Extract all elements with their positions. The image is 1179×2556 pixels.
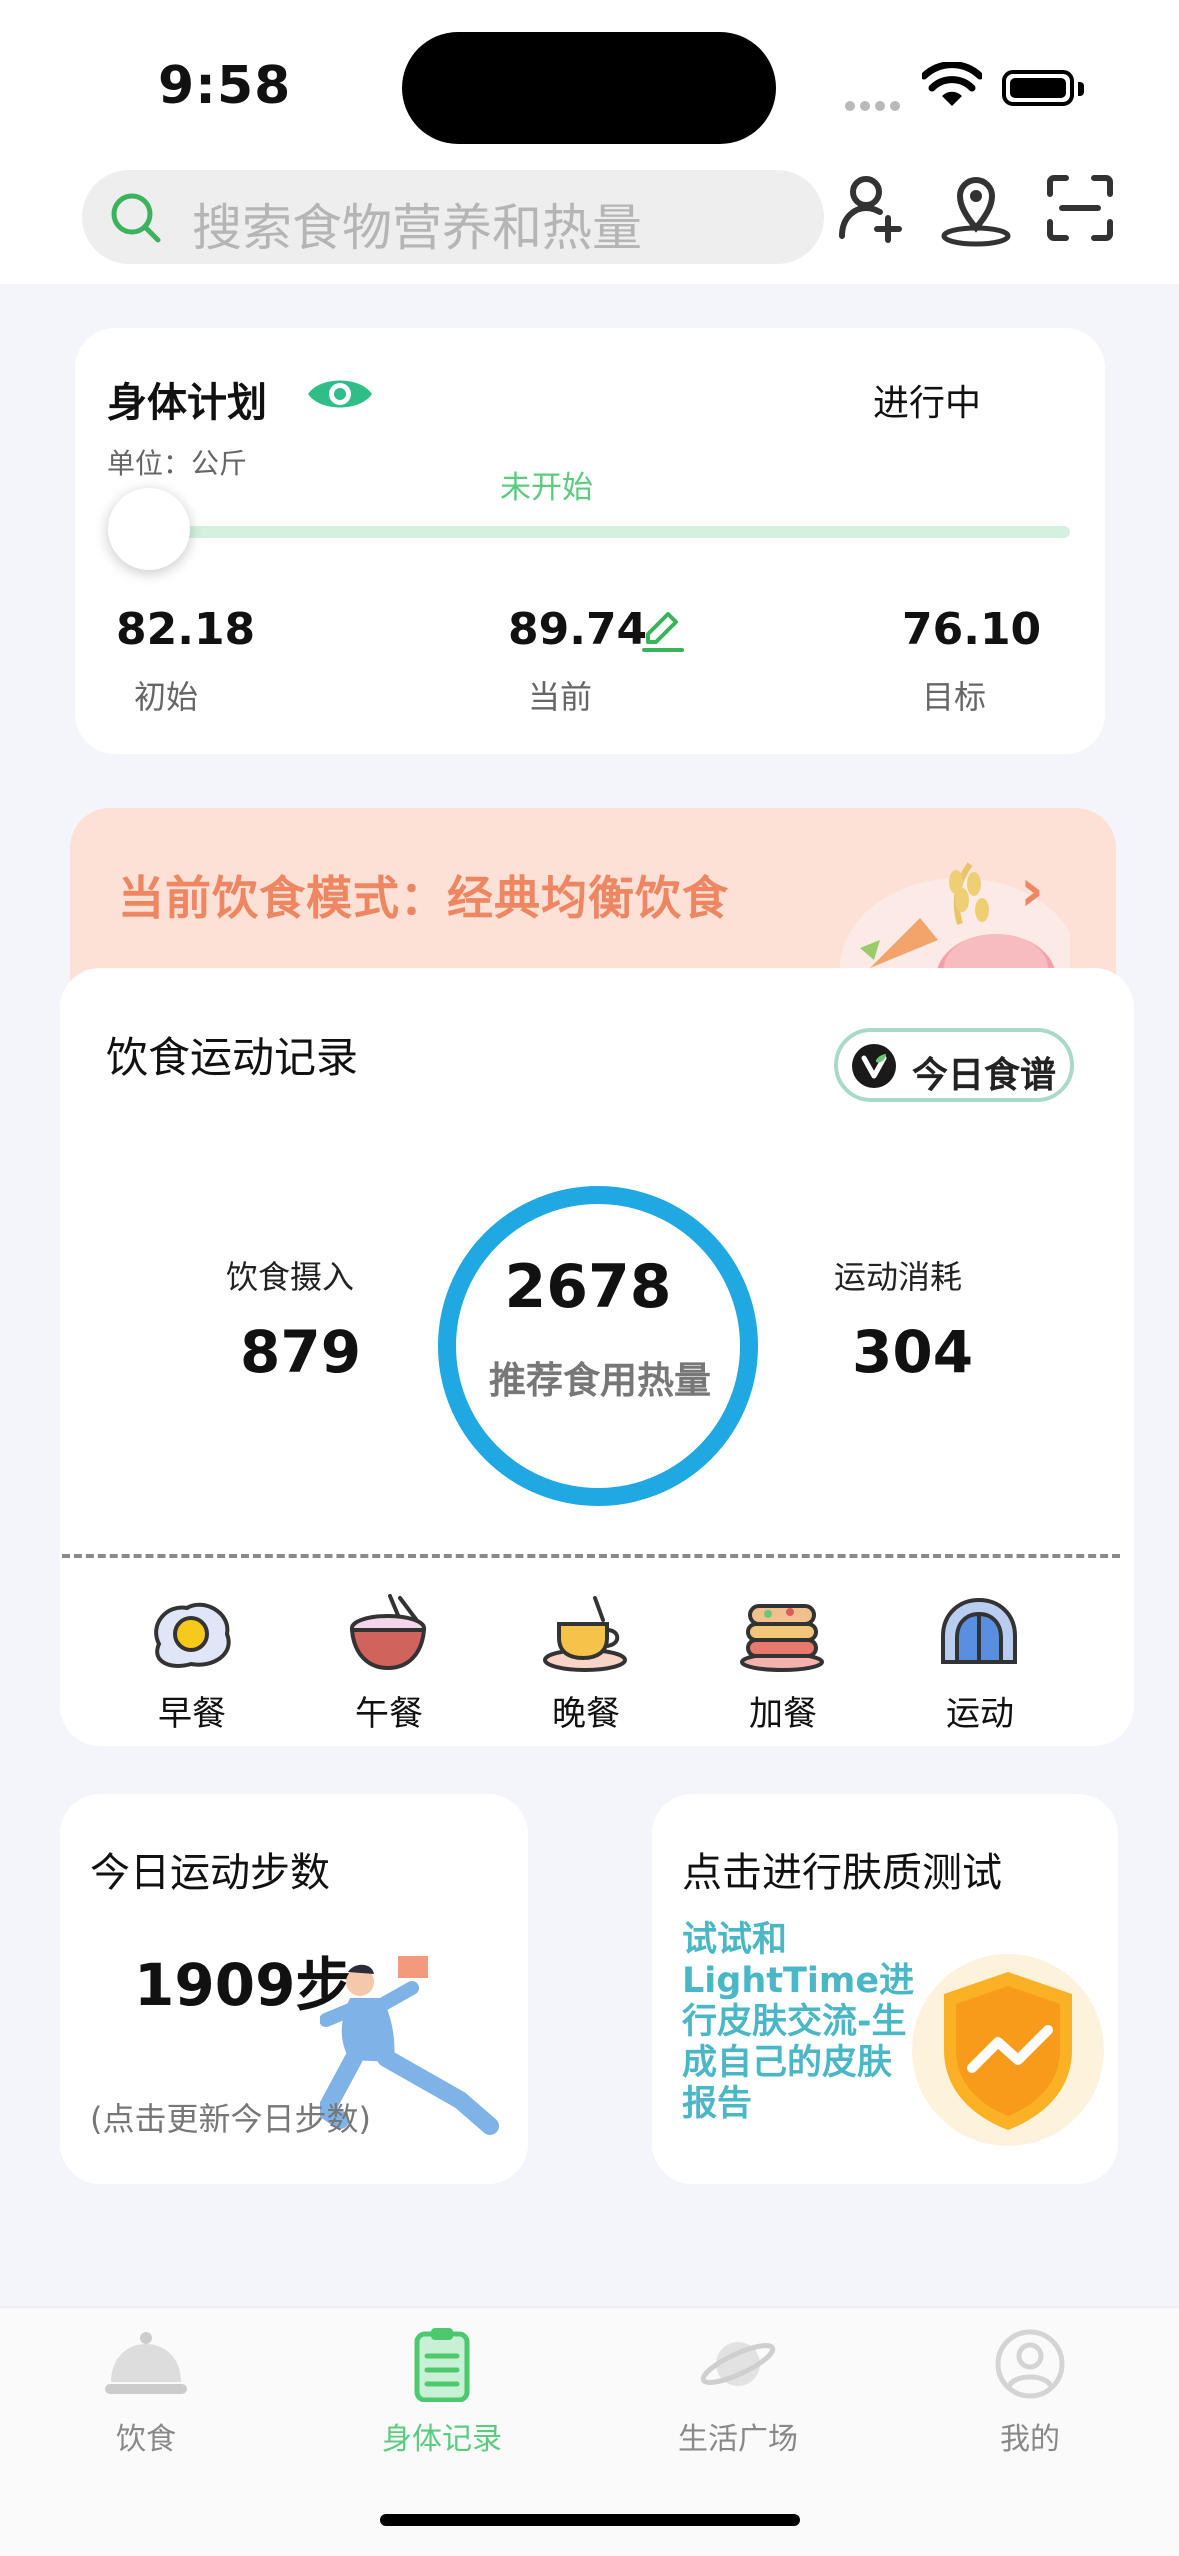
chevron-right-icon[interactable]: › bbox=[1020, 856, 1044, 924]
wifi-icon bbox=[920, 61, 984, 112]
intake-label: 饮食摄入 bbox=[226, 1258, 355, 1296]
progress-label: 未开始 bbox=[500, 470, 593, 506]
status-time: 9:58 bbox=[158, 56, 292, 116]
tab-label: 身体记录 bbox=[382, 2422, 502, 2457]
fried-egg-icon bbox=[154, 1602, 231, 1668]
search-input[interactable]: 搜索食物营养和热量 bbox=[192, 188, 642, 260]
body-plan-title: 身体计划 bbox=[107, 380, 267, 426]
tab-mine[interactable]: 我的 bbox=[930, 2326, 1130, 2458]
location-icon[interactable] bbox=[938, 172, 1018, 252]
initial-weight: 82.18 bbox=[116, 604, 256, 655]
current-label: 当前 bbox=[528, 678, 593, 716]
calorie-ring[interactable] bbox=[438, 1186, 758, 1506]
dynamic-island bbox=[402, 32, 776, 144]
tab-label: 饮食 bbox=[116, 2422, 176, 2457]
meal-label: 早餐 bbox=[158, 1694, 226, 1734]
tab-label: 生活广场 bbox=[678, 2422, 798, 2457]
dashed-divider bbox=[62, 1554, 1120, 1558]
eye-icon[interactable] bbox=[306, 372, 374, 420]
meal-lunch[interactable]: 午餐 bbox=[329, 1594, 449, 1735]
meal-snack[interactable]: 加餐 bbox=[723, 1594, 843, 1735]
dome-icon bbox=[941, 1597, 1017, 1664]
tab-label: 我的 bbox=[1000, 2422, 1060, 2457]
plan-status: 进行中 bbox=[873, 383, 982, 424]
search-icon bbox=[108, 190, 164, 250]
recipe-logo-icon bbox=[852, 1044, 896, 1088]
home-indicator[interactable] bbox=[380, 2514, 800, 2526]
tab-body-record[interactable]: 身体记录 bbox=[342, 2326, 542, 2458]
profile-icon bbox=[995, 2329, 1065, 2399]
meal-label: 午餐 bbox=[355, 1694, 423, 1734]
skin-description: 试试和LightTime进行皮肤交流-生成自己的皮肤报告 bbox=[682, 1920, 915, 2124]
diet-mode-text: 当前饮食模式：经典均衡饮食 bbox=[118, 871, 729, 925]
burn-value: 304 bbox=[852, 1318, 974, 1386]
recipe-button-label: 今日食谱 bbox=[912, 1055, 1057, 1096]
target-label: 目标 bbox=[922, 678, 987, 716]
search-bar[interactable]: 搜索食物营养和热量 bbox=[82, 170, 824, 264]
battery-icon bbox=[1002, 70, 1074, 106]
tab-diet[interactable]: 饮食 bbox=[46, 2326, 246, 2458]
food-cloche-icon bbox=[105, 2332, 187, 2394]
record-title: 饮食运动记录 bbox=[106, 1033, 359, 1082]
meal-exercise[interactable]: 运动 bbox=[920, 1594, 1040, 1735]
shield-icon bbox=[912, 1954, 1104, 2146]
rice-bowl-icon bbox=[349, 1594, 427, 1671]
add-user-icon[interactable] bbox=[836, 172, 916, 252]
burn-label: 运动消耗 bbox=[834, 1258, 963, 1296]
steps-hint: (点击更新今日步数) bbox=[90, 2100, 371, 2138]
current-weight: 89.74 bbox=[508, 604, 648, 655]
meal-label: 晚餐 bbox=[552, 1694, 620, 1734]
recommended-calories: 2678 bbox=[504, 1252, 672, 1322]
meal-breakfast[interactable]: 早餐 bbox=[132, 1594, 252, 1735]
intake-value: 879 bbox=[240, 1318, 362, 1386]
meal-label: 加餐 bbox=[749, 1694, 817, 1734]
today-recipe-button[interactable]: 今日食谱 bbox=[834, 1028, 1074, 1102]
skin-title: 点击进行肤质测试 bbox=[682, 1850, 1002, 1896]
unit-label: 单位：公斤 bbox=[107, 447, 248, 480]
target-weight: 76.10 bbox=[902, 604, 1042, 655]
progress-knob[interactable] bbox=[108, 488, 190, 570]
initial-label: 初始 bbox=[134, 678, 199, 716]
tea-cup-icon bbox=[543, 1596, 627, 1672]
battery-tip bbox=[1078, 82, 1084, 96]
cake-icon bbox=[740, 1604, 824, 1672]
cellular-signal-icon bbox=[845, 96, 905, 111]
tab-life-square[interactable]: 生活广场 bbox=[638, 2326, 838, 2458]
progress-track bbox=[148, 526, 1070, 538]
meal-dinner[interactable]: 晚餐 bbox=[526, 1594, 646, 1735]
edit-icon[interactable] bbox=[640, 608, 686, 658]
clipboard-icon bbox=[414, 2328, 470, 2403]
scan-icon[interactable] bbox=[1044, 172, 1124, 252]
planet-icon bbox=[700, 2342, 776, 2386]
recommended-label: 推荐食用热量 bbox=[489, 1359, 711, 1402]
meal-label: 运动 bbox=[946, 1694, 1014, 1734]
steps-title: 今日运动步数 bbox=[90, 1850, 330, 1896]
